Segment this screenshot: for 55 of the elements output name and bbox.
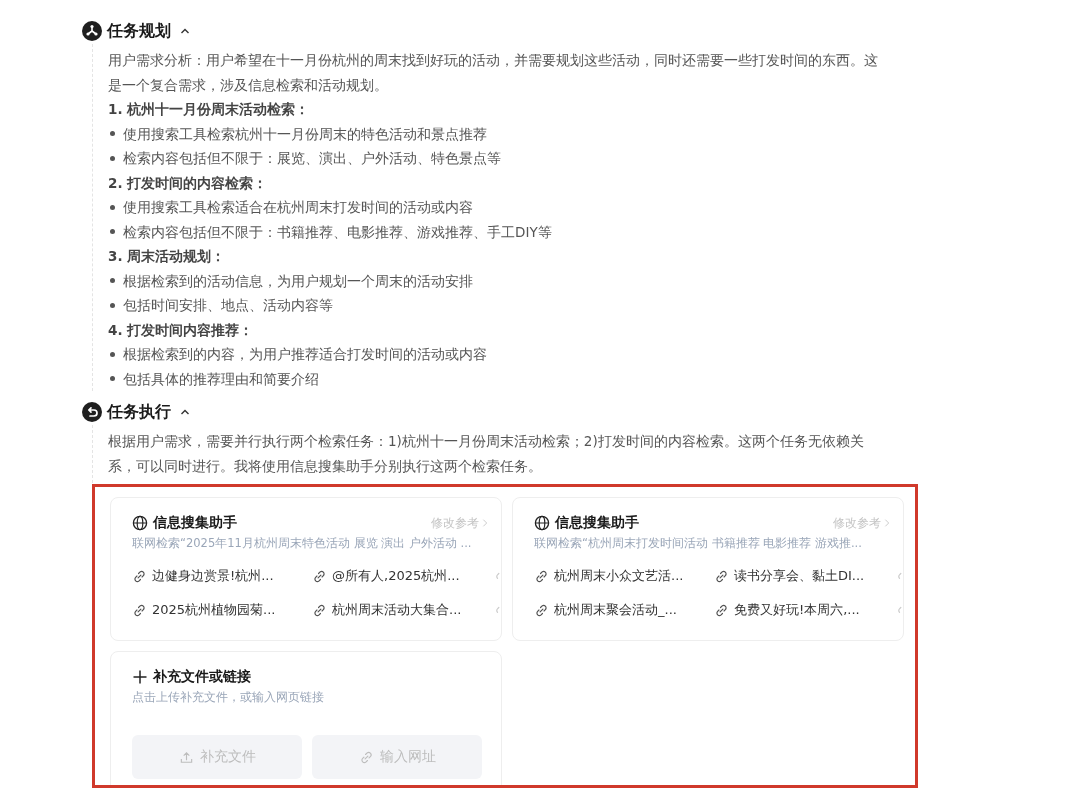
search-query: 联网检索“杭州周末打发时间活动 书籍推荐 电影推荐 游戏推... [534, 536, 863, 551]
link-icon [714, 568, 729, 584]
agent-name: 信息搜集助手 [153, 514, 237, 532]
section-title: 任务执行 [107, 401, 171, 423]
list-item: 检索内容包括但不限于：展览、演出、户外活动、特色景点等 [123, 149, 501, 168]
list-item: 包括具体的推荐理由和简要介绍 [123, 369, 319, 389]
search-query: 联网检索“2025年11月杭州周末特色活动 展览 演出 户外活动 ... [132, 536, 473, 551]
supplement-hint: 点击上传补充文件，或输入网页链接 [132, 690, 325, 705]
plus-icon [132, 669, 148, 685]
paragraph: 用户需求分析：用户希望在十一月份杭州的周末找到好玩的活动，并需要规划这些活动，同时还需要一些打发时间的东西。这是一个复合需求，涉及信息检索和活动规划。 [108, 51, 879, 95]
bullet-icon [110, 351, 115, 357]
bullet-icon [110, 131, 115, 137]
bullet-icon [110, 376, 115, 382]
source-link[interactable]: @所有人,2025杭州... [312, 567, 492, 585]
source-link[interactable]: 边健身边赏景!杭州... [132, 567, 312, 585]
chevron-icon [883, 518, 891, 528]
supplement-title: 补充文件或链接 [153, 668, 251, 686]
source-link[interactable]: 读书分享会、黏土DI... [714, 567, 894, 585]
globe-icon [132, 515, 148, 531]
list-item: 使用搜索工具检索适合在杭州周末打发时间的活动或内容 [123, 198, 473, 217]
source-link[interactable]: 2025杭州植物园菊... [132, 601, 312, 619]
link-icon [534, 568, 549, 584]
link-icon [312, 568, 327, 584]
link-icon [132, 602, 147, 618]
step-heading: 4. 打发时间内容推荐： [108, 320, 255, 340]
step-heading: 1. 杭州十一月份周末活动检索： [108, 100, 311, 119]
bullet-icon [110, 155, 115, 161]
bullet-icon [110, 278, 115, 284]
source-link[interactable]: 杭州周末聚会活动_... [534, 601, 714, 619]
list-item: 根据检索到的活动信息，为用户规划一个周末的活动安排 [123, 271, 473, 291]
list-item: 根据检索到的内容，为用户推荐适合打发时间的活动或内容 [123, 345, 487, 364]
section-title: 任务规划 [107, 20, 171, 42]
paragraph: 根据用户需求，需要并行执行两个检索任务：1)杭州十一月份周末活动检索；2)打发时间的内容检索。这两个任务无依赖关系，可以同时进行。我将使用信息搜集助手分别执行这两个检索任务。 [108, 432, 865, 476]
upload-icon [178, 749, 194, 765]
return-icon [82, 402, 102, 422]
nodes-icon [82, 21, 102, 41]
source-link[interactable]: 杭州周末小众文艺活... [534, 567, 714, 585]
list-item: 包括时间安排、地点、活动内容等 [123, 296, 333, 315]
step-heading: 3. 周末活动规划： [108, 247, 227, 266]
link-icon [358, 749, 374, 765]
globe-icon [534, 515, 550, 531]
bullet-icon [110, 302, 115, 308]
bullet-icon [110, 204, 115, 210]
link-icon [132, 568, 147, 584]
link-icon [534, 602, 549, 618]
list-item: 检索内容包括但不限于：书籍推荐、电影推荐、游戏推荐、手工DIY等 [123, 222, 552, 242]
link-icon [312, 602, 327, 618]
agent-name: 信息搜集助手 [555, 514, 639, 532]
source-link[interactable]: 杭州周末活动大集合... [312, 601, 492, 619]
link-icon [714, 602, 729, 618]
bullet-icon [110, 229, 115, 235]
chevron-icon [481, 518, 489, 528]
step-heading: 2. 打发时间的内容检索： [108, 173, 269, 193]
source-link[interactable]: 免费又好玩!本周六,... [714, 601, 894, 619]
list-item: 使用搜索工具检索杭州十一月份周末的特色活动和景点推荐 [123, 124, 487, 144]
